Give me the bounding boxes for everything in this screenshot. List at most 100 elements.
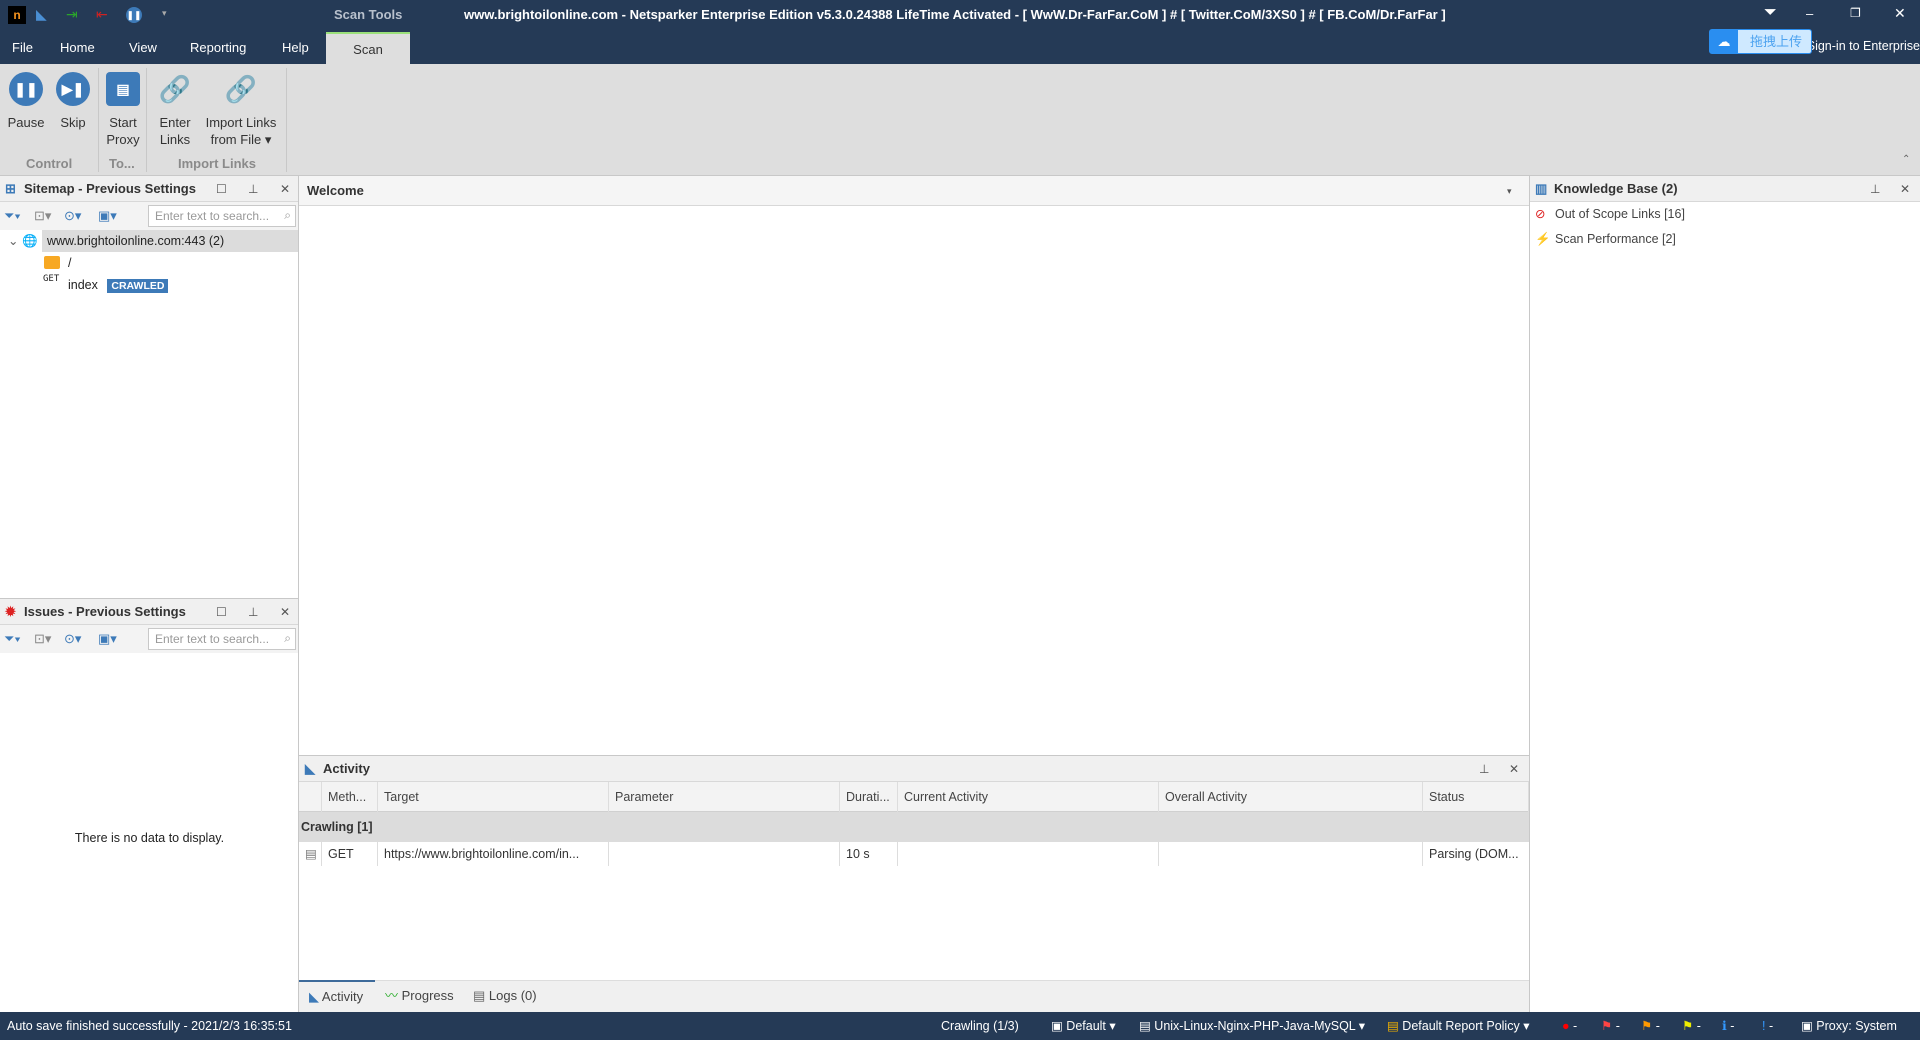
column-method[interactable]: Meth... <box>322 782 378 812</box>
medium-count[interactable]: ⚑ - <box>1641 1012 1660 1040</box>
quick-access-pause-icon[interactable]: ❚❚ <box>126 7 142 23</box>
low-count[interactable]: ⚑ - <box>1682 1012 1701 1040</box>
ribbon: ❚❚ Pause ▶❚ Skip ▤ Start Proxy 🔗 Enter Links… <box>0 64 1920 176</box>
info-count[interactable]: ℹ - <box>1722 1012 1734 1040</box>
profile-selector[interactable]: ▣ Default ▾ <box>1051 1012 1116 1040</box>
menu-view[interactable]: View <box>129 32 157 64</box>
network-icon: ▣ <box>1801 1019 1813 1033</box>
crawling-status: Crawling (1/3) <box>941 1019 1019 1033</box>
welcome-title: Welcome <box>307 183 364 198</box>
kb-item-scan-performance[interactable]: ⚡ Scan Performance [2] <box>1530 227 1920 252</box>
pin-icon[interactable]: ⊥ <box>248 176 258 202</box>
expand-icon[interactable]: ⊙▾ <box>64 631 81 647</box>
filter-icon[interactable]: ⏷▾ <box>4 631 21 647</box>
scan-policy-selector[interactable]: ▤ Unix-Linux-Nginx-PHP-Java-MySQL ▾ <box>1139 1012 1365 1040</box>
activity-panel: ◣ Activity ⊥ ✕ Meth... Target Parameter … <box>299 756 1529 1012</box>
quick-access-export-icon[interactable]: ⇤ <box>96 6 108 23</box>
menu-scan[interactable]: Scan <box>326 32 410 64</box>
exclamation-icon: ! <box>1762 1019 1766 1033</box>
tree-item-root-folder[interactable]: / <box>0 252 298 274</box>
enter-links-button[interactable]: 🔗 Enter Links <box>152 68 198 148</box>
collapse-ribbon-icon[interactable]: ⌃ <box>1902 154 1910 165</box>
import-links-button[interactable]: 🔗 Import Links from File ▾ <box>202 68 280 148</box>
tab-activity-label: Activity <box>321 989 364 1004</box>
minimize-button[interactable]: – <box>1806 6 1813 21</box>
quick-access-dropdown-icon[interactable]: ▾ <box>162 8 167 19</box>
tree-root[interactable]: ⌄ 🌐 www.brightoilonline.com:443 (2) <box>8 230 298 252</box>
restore-button[interactable]: ❐ <box>1850 6 1861 20</box>
high-count[interactable]: ⚑ - <box>1601 1012 1620 1040</box>
group-control: Control <box>26 156 73 171</box>
index-label: index <box>68 278 98 292</box>
column-overall-activity[interactable]: Overall Activity <box>1159 782 1423 812</box>
tab-logs[interactable]: ▤ Logs (0) <box>473 981 537 1011</box>
view-icon[interactable]: ▣▾ <box>98 208 117 224</box>
signin-enterprise-button[interactable]: Sign-in to Enterprise ▾ <box>1812 38 1920 53</box>
column-target[interactable]: Target <box>378 782 609 812</box>
layout-icon[interactable]: ⊡▾ <box>34 208 51 224</box>
welcome-tab-header[interactable]: Welcome ▾ <box>299 176 1529 206</box>
issues-title: Issues - Previous Settings <box>24 604 186 619</box>
orange-flag-icon: ⚑ <box>1641 1019 1653 1033</box>
layout-icon[interactable]: ⊡▾ <box>34 631 51 647</box>
cell-current-activity <box>898 842 1159 866</box>
column-status[interactable]: Status <box>1423 782 1529 812</box>
maximize-icon[interactable]: ☐ <box>216 176 227 202</box>
count: - <box>1615 1019 1620 1033</box>
window-title: www.brightoilonline.com - Netsparker Ent… <box>464 7 1446 22</box>
view-icon[interactable]: ▣▾ <box>98 631 117 647</box>
pin-icon[interactable]: ⊥ <box>248 599 258 625</box>
ribbon-separator <box>98 68 99 172</box>
filter-icon[interactable]: ⏷▾ <box>4 208 21 224</box>
knowledge-base-panel: ▥ Knowledge Base (2) ⊥ ✕ ⊘ Out of Scope … <box>1529 176 1920 1012</box>
info-icon: ℹ <box>1722 1019 1727 1033</box>
bottom-tabs: ◣ Activity 〰 Progress ▤ Logs (0) <box>299 980 1529 1012</box>
sitemap-search-input[interactable]: Enter text to search... ⌕ <box>148 205 296 227</box>
pause-button[interactable]: ❚❚ Pause <box>6 68 46 131</box>
group-row-crawling[interactable]: Crawling [1] <box>299 812 1529 842</box>
best-practice-count[interactable]: ! - <box>1762 1012 1773 1040</box>
close-icon[interactable]: ✕ <box>280 176 290 202</box>
upload-overlay[interactable]: ☁ 拖拽上传 <box>1709 29 1812 54</box>
menu-help[interactable]: Help <box>282 32 309 64</box>
tree-item-index[interactable]: GET index CRAWLED <box>0 274 298 296</box>
expand-icon[interactable]: ⊙▾ <box>64 208 81 224</box>
maximize-icon[interactable]: ☐ <box>216 599 227 625</box>
table-row[interactable]: ▤ GET https://www.brightoilonline.com/in… <box>299 842 1529 866</box>
column-duration[interactable]: Durati... <box>840 782 898 812</box>
menu-file[interactable]: File <box>12 32 33 64</box>
kb-item-out-of-scope[interactable]: ⊘ Out of Scope Links [16] <box>1530 202 1920 227</box>
tab-activity[interactable]: ◣ Activity <box>299 980 375 1012</box>
menu-reporting[interactable]: Reporting <box>190 32 246 64</box>
ribbon-separator <box>146 68 147 172</box>
books-icon: ▥ <box>1535 181 1548 196</box>
pin-icon[interactable]: ⊥ <box>1870 176 1880 202</box>
close-icon[interactable]: ✕ <box>1900 176 1910 202</box>
autosave-status: Auto save finished successfully - 2021/2… <box>7 1019 292 1033</box>
filter-icon[interactable]: ⏷ <box>1764 4 1777 22</box>
proxy-label: Proxy: System <box>1816 1019 1897 1033</box>
column-current-activity[interactable]: Current Activity <box>898 782 1159 812</box>
menu-home[interactable]: Home <box>60 32 95 64</box>
pin-icon[interactable]: ⊥ <box>1479 756 1489 782</box>
logs-icon: ▤ <box>473 988 486 1003</box>
start-proxy-button[interactable]: ▤ Start Proxy <box>104 68 142 148</box>
report-policy-selector[interactable]: ▤ Default Report Policy ▾ <box>1387 1012 1529 1040</box>
close-button[interactable]: ✕ <box>1894 5 1906 22</box>
close-icon[interactable]: ✕ <box>280 599 290 625</box>
skip-button[interactable]: ▶❚ Skip <box>54 68 92 131</box>
quick-access-import-icon[interactable]: ⇥ <box>66 6 78 23</box>
collapse-chevron-icon[interactable]: ⌄ <box>8 230 18 252</box>
cell-status: Parsing (DOM... <box>1429 847 1519 861</box>
document-dropdown-icon[interactable]: ▾ <box>1507 176 1512 206</box>
left-panels: ⊞ Sitemap - Previous Settings ☐ ⊥ ✕ ⏷▾ ⊡… <box>0 176 299 1012</box>
column-parameter[interactable]: Parameter <box>609 782 840 812</box>
search-placeholder: Enter text to search... <box>155 632 270 646</box>
close-icon[interactable]: ✕ <box>1509 756 1519 782</box>
center-area: Welcome ▾ ◣ Activity ⊥ ✕ Meth... Target … <box>299 176 1529 1012</box>
issues-search-input[interactable]: Enter text to search... ⌕ <box>148 628 296 650</box>
quick-access-shark-icon[interactable]: ◣ <box>36 6 47 23</box>
tab-progress[interactable]: 〰 Progress <box>385 981 454 1011</box>
critical-count[interactable]: ● - <box>1562 1012 1577 1040</box>
proxy-status[interactable]: ▣ Proxy: System <box>1801 1012 1897 1040</box>
